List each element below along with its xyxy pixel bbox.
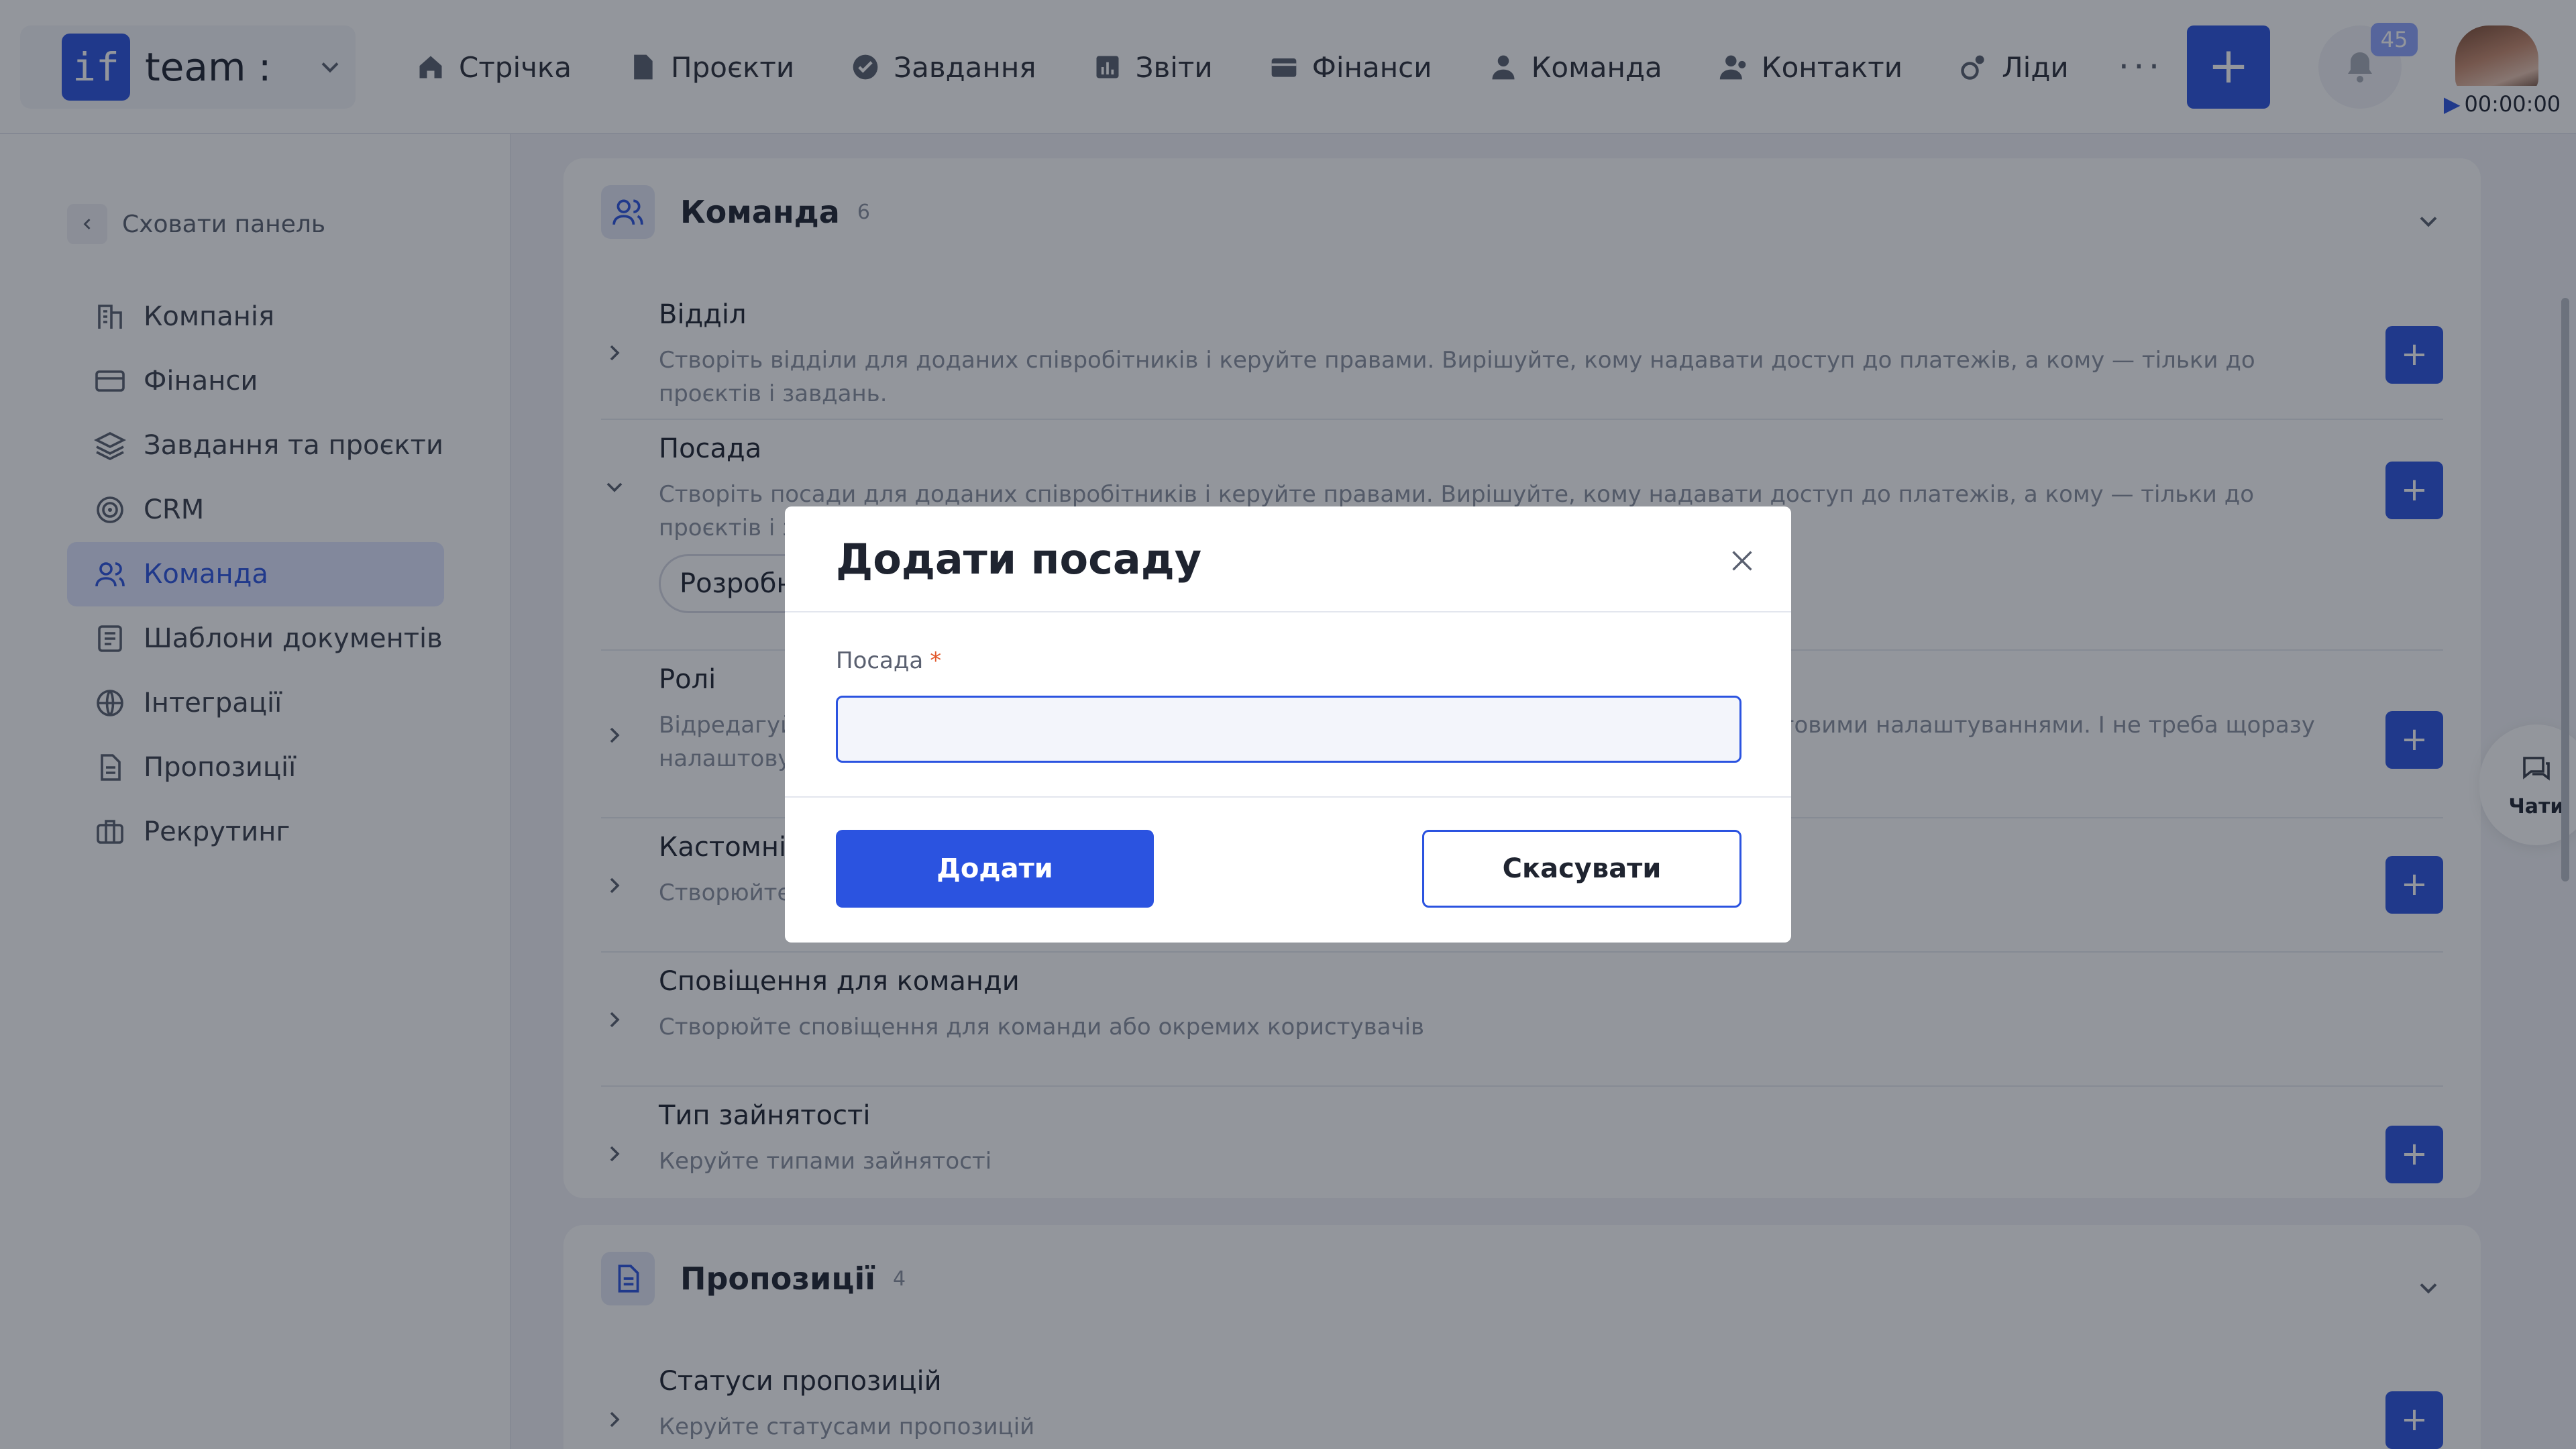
divider <box>785 611 1791 612</box>
divider <box>785 796 1791 798</box>
label-text: Посада <box>836 647 924 674</box>
required-mark: * <box>930 647 942 674</box>
cancel-button[interactable]: Скасувати <box>1422 830 1741 908</box>
add-button[interactable]: Додати <box>836 830 1154 908</box>
dialog-title: Додати посаду <box>836 535 1202 584</box>
close-icon[interactable] <box>1727 545 1758 576</box>
position-field-label: Посада * <box>836 647 941 674</box>
add-position-dialog: Додати посаду Посада * Додати Скасувати <box>785 506 1791 943</box>
position-input[interactable] <box>836 696 1741 763</box>
